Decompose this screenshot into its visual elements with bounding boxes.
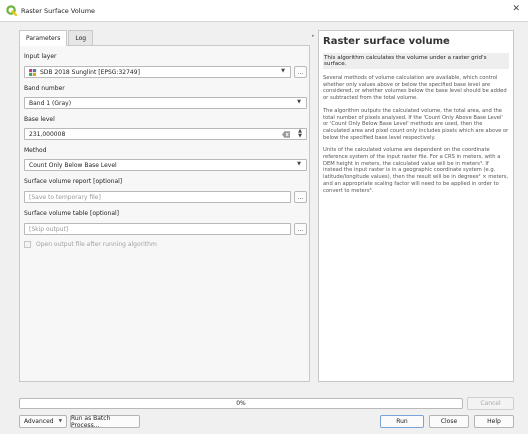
- title-bar: Raster Surface Volume ✕: [0, 0, 528, 22]
- surface-volume-table-input[interactable]: [Skip output]: [24, 223, 291, 235]
- tab-log[interactable]: Log: [68, 30, 94, 45]
- table-browse-button[interactable]: …: [294, 223, 307, 235]
- base-level-spinbox[interactable]: 231,000008 ▲ ▼: [24, 128, 307, 140]
- method-select[interactable]: Count Only Below Base Level ▼: [24, 159, 307, 171]
- method-label: Method: [24, 147, 47, 154]
- tab-bar: Parameters Log: [19, 30, 94, 46]
- surface-volume-table-value: [Skip output]: [29, 225, 69, 233]
- report-browse-button[interactable]: …: [294, 191, 307, 203]
- chevron-down-icon: ▼: [281, 68, 285, 74]
- band-number-label: Band number: [24, 85, 65, 92]
- qgis-logo-icon: [6, 5, 17, 16]
- advanced-button[interactable]: Advanced ▼: [19, 415, 67, 428]
- help-paragraph: The algorithm outputs the calculated vol…: [323, 107, 509, 141]
- chevron-down-icon: ▼: [58, 419, 63, 424]
- splitter-handle-icon[interactable]: ▸: [312, 33, 315, 39]
- parameters-pane: Parameters Log Input layer SDB 2018 Sung…: [19, 30, 310, 382]
- run-batch-button[interactable]: Run as Batch Process...: [70, 415, 140, 429]
- help-paragraph: Units of the calculated volume are depen…: [323, 147, 509, 194]
- progress-label: 0%: [236, 400, 246, 407]
- open-output-checkbox-row[interactable]: Open output file after running algorithm: [24, 241, 157, 248]
- help-title: Raster surface volume: [323, 36, 450, 47]
- help-paragraph: Several methods of volume calculation ar…: [323, 75, 507, 102]
- cancel-button[interactable]: Cancel: [467, 397, 514, 410]
- surface-volume-report-label: Surface volume report [optional]: [24, 178, 123, 185]
- input-layer-value: SDB 2018 Sunglint [EPSG:32749]: [40, 68, 140, 76]
- help-pane: Raster surface volume This algorithm cal…: [318, 30, 514, 382]
- tab-parameters[interactable]: Parameters: [19, 30, 68, 46]
- window-title: Raster Surface Volume: [21, 6, 96, 15]
- progress-bar: 0%: [19, 398, 463, 409]
- close-button[interactable]: Close: [429, 415, 469, 428]
- base-level-value: 231,000008: [29, 130, 66, 138]
- raster-layer-icon: [29, 68, 37, 76]
- base-level-label: Base level: [24, 116, 55, 123]
- clear-value-icon[interactable]: [282, 131, 290, 138]
- chevron-down-icon: ▼: [297, 161, 301, 167]
- surface-volume-table-label: Surface volume table [optional]: [24, 210, 120, 217]
- input-layer-browse-button[interactable]: …: [294, 66, 307, 78]
- run-button[interactable]: Run: [380, 415, 424, 428]
- surface-volume-report-value: [Save to temporary file]: [29, 193, 101, 201]
- band-number-select[interactable]: Band 1 (Gray) ▼: [24, 97, 307, 109]
- band-number-value: Band 1 (Gray): [29, 99, 72, 107]
- chevron-down-icon: ▼: [297, 99, 301, 105]
- parameters-panel: Input layer SDB 2018 Sunglint [EPSG:3274…: [19, 45, 310, 382]
- spin-arrows-icon[interactable]: ▲ ▼: [298, 129, 302, 139]
- open-output-checkbox[interactable]: [24, 241, 31, 248]
- open-output-label: Open output file after running algorithm: [36, 241, 157, 248]
- surface-volume-report-input[interactable]: [Save to temporary file]: [24, 191, 291, 203]
- help-button[interactable]: Help: [474, 415, 514, 428]
- advanced-label: Advanced: [23, 418, 54, 425]
- close-window-button[interactable]: ✕: [512, 4, 520, 14]
- input-layer-select[interactable]: SDB 2018 Sunglint [EPSG:32749] ▼: [24, 66, 291, 78]
- method-value: Count Only Below Base Level: [29, 161, 117, 169]
- help-subtitle: This algorithm calculates the volume und…: [323, 53, 509, 69]
- input-layer-label: Input layer: [24, 53, 57, 60]
